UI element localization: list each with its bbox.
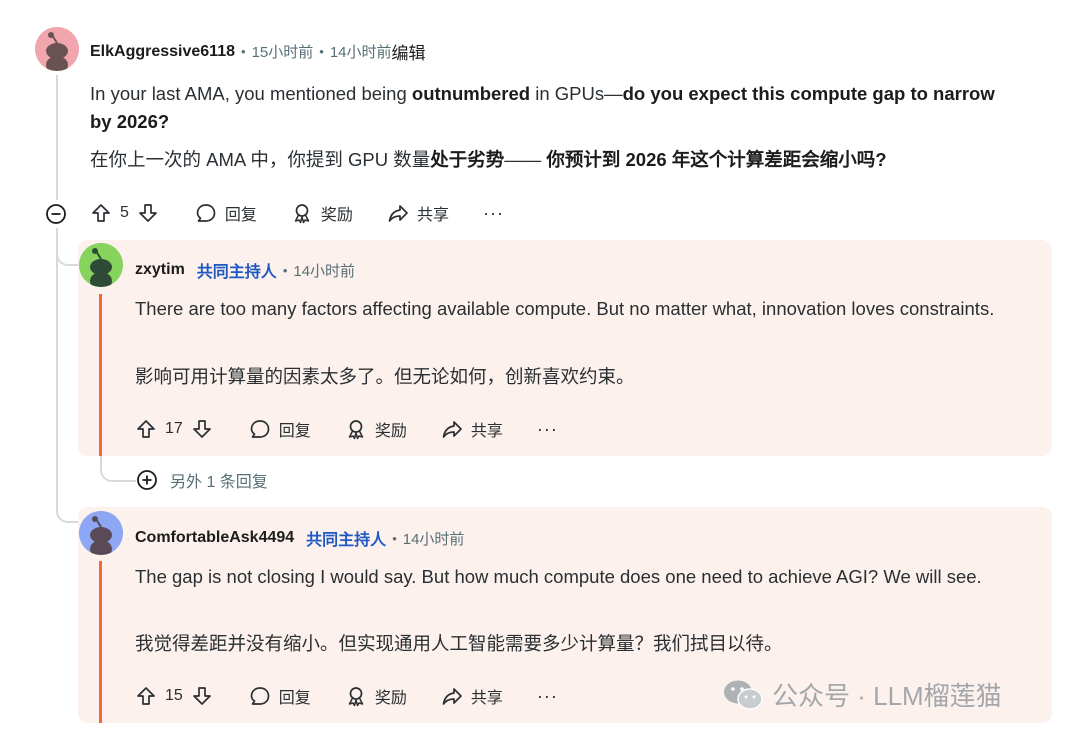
watermark: 公众号 · LLM榴莲猫 bbox=[722, 676, 1002, 713]
comment-bubble-icon bbox=[250, 420, 270, 438]
snoo-avatar-icon bbox=[35, 27, 79, 71]
more-replies-button[interactable]: 另外 1 条回复 bbox=[136, 468, 268, 492]
avatar-elkaggressive6118[interactable] bbox=[35, 27, 79, 71]
more-options-button[interactable]: ··· bbox=[483, 203, 504, 224]
comment-1-body-zh: 在你上一次的 AMA 中，你提到 GPU 数量处于劣势—— 你预计到 2026 … bbox=[90, 149, 887, 170]
comment-3-body-zh: 我觉得差距并没有缩小。但实现通用人工智能需要多少计算量？我们拭目以待。 bbox=[135, 633, 783, 654]
collapse-thread-button[interactable] bbox=[45, 203, 67, 225]
comment-1-header: ElkAggressive6118 • 15小时前 • 14小时前 编辑 bbox=[90, 39, 426, 64]
timestamp[interactable]: 14小时前 bbox=[293, 260, 355, 281]
watermark-text: 公众号 · LLM榴莲猫 bbox=[772, 681, 1002, 711]
comment-3-actions: 15 回复 奖励 共享 ··· bbox=[135, 681, 558, 711]
comment-2-body-en: There are too many factors affecting ava… bbox=[135, 298, 995, 319]
share-arrow-icon bbox=[388, 205, 408, 222]
reply-button[interactable]: 回复 bbox=[195, 201, 257, 225]
comment-3-header: ComfortableAsk4494 共同主持人 • 14小时前 bbox=[135, 526, 464, 550]
downvote-icon[interactable] bbox=[137, 202, 159, 224]
author-name[interactable]: zxytim bbox=[135, 261, 185, 279]
snoo-avatar-icon bbox=[79, 511, 123, 555]
highlight-bar bbox=[99, 561, 102, 723]
snoo-avatar-icon bbox=[79, 243, 123, 287]
cohost-badge: 共同主持人 bbox=[306, 532, 387, 549]
comment-3-body-en: The gap is not closing I would say. But … bbox=[135, 566, 982, 587]
author-name[interactable]: ComfortableAsk4494 bbox=[135, 529, 294, 547]
more-replies-label: 另外 1 条回复 bbox=[170, 474, 268, 491]
vote-group: 5 bbox=[90, 202, 159, 224]
more-options-button[interactable]: ··· bbox=[537, 419, 558, 440]
award-button[interactable]: 奖励 bbox=[345, 417, 407, 441]
downvote-icon[interactable] bbox=[191, 418, 213, 440]
share-arrow-icon bbox=[442, 421, 462, 438]
share-button[interactable]: 共享 bbox=[441, 684, 503, 708]
upvote-icon[interactable] bbox=[90, 202, 112, 224]
separator-dot: • bbox=[392, 530, 397, 546]
edited-label: 编辑 bbox=[391, 44, 426, 63]
share-button[interactable]: 共享 bbox=[441, 417, 503, 441]
vote-count: 17 bbox=[165, 420, 183, 437]
award-icon bbox=[348, 420, 364, 440]
separator-dot: • bbox=[282, 262, 288, 278]
downvote-icon[interactable] bbox=[191, 685, 213, 707]
vote-group: 15 bbox=[135, 685, 213, 707]
comment-2-body-zh: 影响可用计算量的因素太多了。但无论如何，创新喜欢约束。 bbox=[135, 366, 635, 387]
share-arrow-icon bbox=[442, 688, 462, 705]
reply-button[interactable]: 回复 bbox=[249, 417, 311, 441]
wechat-icon bbox=[724, 680, 763, 710]
cohost-badge: 共同主持人 bbox=[196, 264, 277, 281]
share-button[interactable]: 共享 bbox=[387, 201, 449, 225]
more-options-button[interactable]: ··· bbox=[537, 686, 558, 707]
award-icon bbox=[294, 204, 310, 224]
thread-connector bbox=[100, 456, 136, 482]
minus-circle-icon bbox=[46, 204, 66, 224]
vote-count: 5 bbox=[120, 204, 129, 221]
award-icon bbox=[348, 687, 364, 707]
timestamp[interactable]: 15小时前 bbox=[252, 41, 314, 62]
vote-count: 15 bbox=[165, 687, 183, 704]
vote-group: 17 bbox=[135, 418, 213, 440]
comment-bubble-icon bbox=[196, 204, 216, 222]
highlight-bar bbox=[99, 294, 102, 456]
plus-circle-icon bbox=[137, 470, 157, 490]
comment-2-header: zxytim 共同主持人 • 14小时前 bbox=[135, 258, 355, 282]
reply-button[interactable]: 回复 bbox=[249, 684, 311, 708]
edited-timestamp: 14小时前 bbox=[329, 44, 392, 61]
separator-dot: • bbox=[241, 44, 246, 59]
avatar-comfortableask4494[interactable] bbox=[79, 511, 123, 555]
award-button[interactable]: 奖励 bbox=[345, 684, 407, 708]
thread-line[interactable] bbox=[56, 75, 58, 200]
award-button[interactable]: 奖励 bbox=[291, 201, 353, 225]
separator-dot: • bbox=[319, 44, 324, 59]
avatar-zxytim[interactable] bbox=[79, 243, 123, 287]
comment-bubble-icon bbox=[250, 687, 270, 705]
upvote-icon[interactable] bbox=[135, 685, 157, 707]
comment-2-actions: 17 回复 奖励 共享 ··· bbox=[135, 414, 558, 444]
comment-1-actions: 5 回复 奖励 共享 ··· bbox=[90, 198, 504, 228]
timestamp[interactable]: 14小时前 bbox=[403, 528, 465, 549]
author-name[interactable]: ElkAggressive6118 bbox=[90, 43, 235, 61]
thread-line[interactable] bbox=[56, 228, 58, 508]
comment-1-body-en: In your last AMA, you mentioned being ou… bbox=[90, 83, 995, 132]
upvote-icon[interactable] bbox=[135, 418, 157, 440]
